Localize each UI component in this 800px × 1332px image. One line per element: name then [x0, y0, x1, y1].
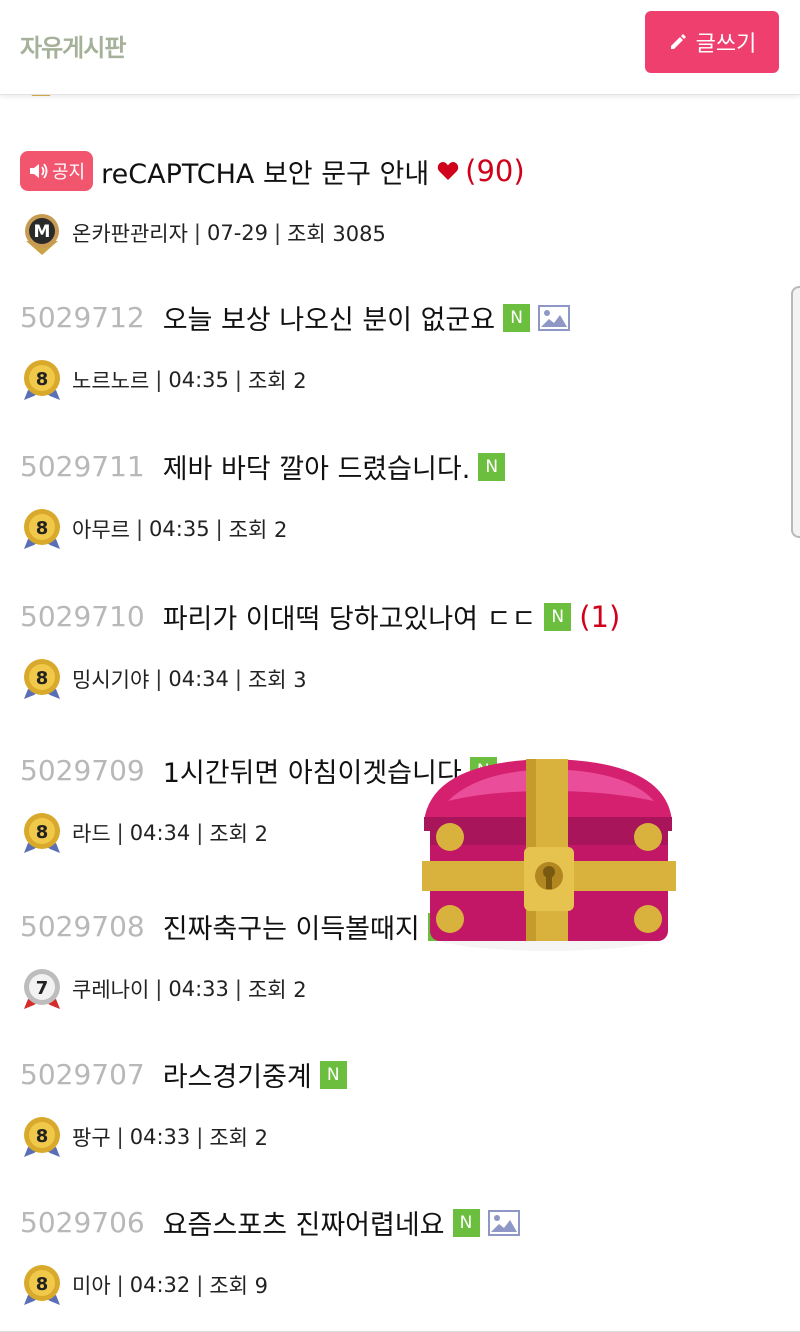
post-number: 5029707 [20, 1058, 145, 1091]
post-views: 조회 3085 [287, 222, 386, 246]
post-views: 조회 2 [228, 518, 288, 542]
post-views: 조회 2 [247, 978, 307, 1002]
level-badge-icon: 8 [24, 1265, 60, 1305]
post-number: 5029710 [20, 600, 145, 633]
post-time: 04:34 [168, 667, 229, 691]
comment-count: (1) [579, 599, 621, 634]
comment-count: (90) [465, 154, 525, 188]
author-name[interactable]: 미아 [72, 1270, 111, 1300]
post-title[interactable]: 오늘 보상 나오신 분이 없군요 [163, 298, 495, 337]
author-name[interactable]: 라드 [72, 818, 111, 848]
post-date: 07-29 [207, 221, 269, 245]
svg-text:8: 8 [36, 369, 49, 390]
post-title[interactable]: 제바 바닥 깔아 드렸습니다. [163, 447, 471, 486]
admin-badge-icon: M [25, 214, 59, 255]
level-badge-icon: 8 [24, 360, 60, 400]
scrollbar[interactable] [791, 286, 800, 538]
level-badge-icon: 8 [24, 509, 60, 549]
svg-text:8: 8 [36, 1126, 49, 1147]
post-time: 04:33 [129, 1125, 191, 1149]
post-time: 04:33 [168, 977, 229, 1001]
notice-title[interactable]: reCAPTCHA 보안 문구 안내 [101, 152, 429, 191]
author-name[interactable]: 온카판관리자 [72, 218, 188, 248]
image-attachment-icon [538, 304, 571, 331]
author-name[interactable]: 아무르 [72, 514, 130, 544]
post-title[interactable]: 라스경기중계 [163, 1055, 312, 1094]
new-badge: N [319, 1060, 347, 1089]
post-time: 04:32 [129, 1273, 191, 1297]
image-attachment-icon [487, 1209, 520, 1236]
new-badge: N [544, 602, 572, 631]
post-row[interactable]: 5029711 제바 바닥 깔아 드렸습니다. N 8 아무르 | 04:35 | 조회 2 [0, 425, 800, 576]
speaker-icon [30, 163, 48, 179]
treasure-chest-icon[interactable] [418, 755, 680, 955]
post-views: 조회 9 [209, 1274, 269, 1298]
post-title[interactable]: 파리가 이대떡 당하고있나여 ㄷㄷ [163, 597, 537, 636]
level-badge-icon: 7 [24, 969, 60, 1009]
svg-text:7: 7 [36, 978, 49, 999]
level-badge-icon: 8 [24, 813, 60, 853]
post-views: 조회 2 [247, 369, 307, 393]
write-post-button[interactable]: 글쓰기 [645, 11, 779, 73]
board-title[interactable]: 자유게시판 [20, 28, 126, 63]
heart-icon [437, 162, 459, 180]
post-number: 5029708 [20, 910, 145, 943]
post-title[interactable]: 요즘스포츠 진짜어렵네요 [163, 1203, 445, 1242]
post-row[interactable]: 5029708진짜축구는 이득볼때지N7쿠레나이|04:33|조회 2 [0, 885, 800, 1034]
post-row[interactable]: 5029706 요즘스포츠 진짜어렵네요 N 8 미아 | 04:32 | 조회 9 [0, 1181, 800, 1332]
post-number: 5029711 [20, 450, 145, 483]
svg-text:8: 8 [36, 822, 49, 843]
author-name[interactable]: 팡구 [72, 1122, 111, 1152]
board-header: 자유게시판 글쓰기 [0, 0, 800, 95]
notice-tag: 공지 [20, 151, 94, 191]
post-number: 5029709 [20, 754, 145, 787]
notice-row[interactable]: 공지 reCAPTCHA 보안 문구 안내 (90) M 온카판관리자 | 07… [0, 123, 800, 277]
author-name[interactable]: 노르노르 [72, 365, 149, 395]
post-row[interactable]: 50297091시간뒤면 아침이겟습니다N8라드|04:34|조회 2 [0, 729, 800, 886]
level-badge-icon: 8 [24, 1117, 60, 1157]
post-time: 04:35 [168, 368, 229, 392]
svg-text:8: 8 [36, 1274, 49, 1295]
post-time: 04:34 [129, 821, 191, 845]
svg-text:8: 8 [36, 668, 49, 689]
post-row[interactable]: 5029712 오늘 보상 나오신 분이 없군요 N 8 노르노르 | 04:35 | 조회 2 [0, 276, 800, 426]
author-name[interactable]: 쿠레나이 [72, 974, 149, 1004]
svg-text:8: 8 [36, 518, 49, 539]
post-number: 5029712 [20, 301, 145, 334]
post-title[interactable]: 진짜축구는 이득볼때지 [163, 907, 420, 946]
level-badge-icon: 8 [24, 659, 60, 699]
post-time: 04:35 [149, 517, 210, 541]
post-title[interactable]: 1시간뒤면 아침이겟습니다 [163, 751, 462, 790]
post-row[interactable]: 5029710 파리가 이대떡 당하고있나여 ㄷㄷ N (1) 8 밍시기야 | 04:34 |… [0, 575, 800, 730]
post-views: 조회 3 [247, 668, 307, 692]
post-views: 조회 2 [209, 1126, 269, 1150]
new-badge: N [478, 452, 506, 481]
write-button-label: 글쓰기 [695, 32, 757, 57]
post-number: 5029706 [20, 1206, 145, 1239]
post-row[interactable]: 5029707 라스경기중계 N 8 팡구 | 04:33 | 조회 2 [0, 1033, 800, 1182]
author-name[interactable]: 밍시기야 [72, 664, 149, 694]
post-views: 조회 2 [209, 822, 269, 846]
new-badge: N [452, 1208, 480, 1237]
notice-tag-label: 공지 [52, 162, 86, 183]
pencil-icon [670, 34, 686, 49]
svg-text:M: M [34, 222, 51, 242]
new-badge: N [503, 303, 531, 332]
